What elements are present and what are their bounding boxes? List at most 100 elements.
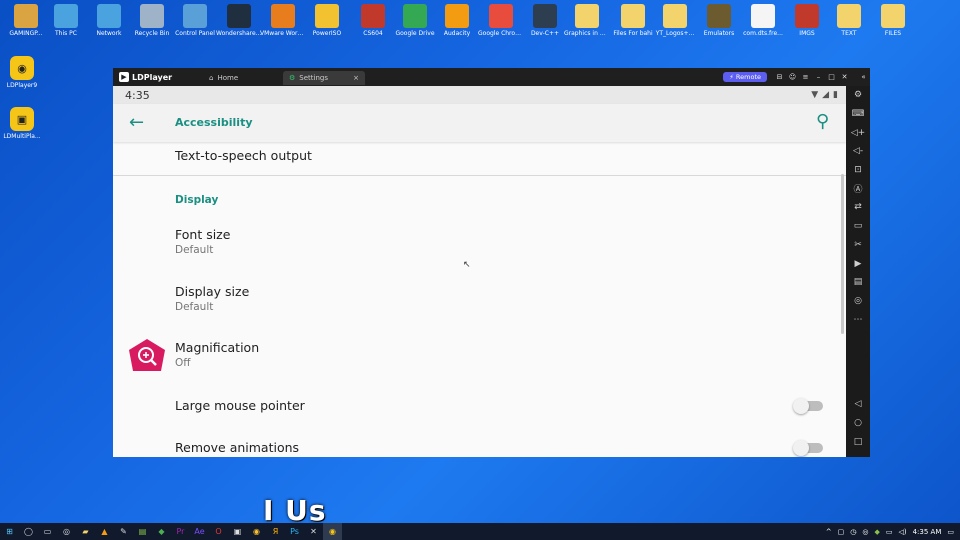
home-circle-icon[interactable]: ○ bbox=[846, 414, 870, 433]
desktop-icon[interactable]: CS604 bbox=[350, 4, 396, 37]
folder-icon bbox=[837, 4, 861, 28]
more-icon[interactable]: ⋯ bbox=[846, 310, 870, 329]
desktop-icon[interactable]: Graphics in Dev C++ bbox=[564, 4, 610, 37]
desktop-icon-ldplayer[interactable]: ◉ LDPlayer9 bbox=[2, 56, 42, 89]
browser-icon[interactable]: ◎ bbox=[57, 523, 76, 540]
search-icon[interactable]: ◯ bbox=[19, 523, 38, 540]
file-explorer-icon[interactable]: ▰ bbox=[76, 523, 95, 540]
back-arrow-icon[interactable]: ← bbox=[129, 112, 144, 133]
desktop-icon[interactable]: Audacity bbox=[434, 4, 480, 37]
app-icon[interactable]: ▤ bbox=[133, 523, 152, 540]
desktop-icon[interactable]: YT_Logos+... bbox=[652, 4, 698, 37]
folder-icon bbox=[795, 4, 819, 28]
sync-icon[interactable]: ⇄ bbox=[846, 198, 870, 217]
video-icon[interactable]: ▶ bbox=[846, 254, 870, 273]
notification-icon[interactable]: ▭ bbox=[947, 528, 954, 536]
ldplayer-taskbar-icon[interactable]: ◉ bbox=[323, 523, 342, 540]
vlc-icon[interactable]: ▲ bbox=[95, 523, 114, 540]
search-icon[interactable]: ⚲ bbox=[816, 111, 829, 132]
desktop-icon[interactable]: Wondershare Filmora 12 bbox=[216, 4, 262, 37]
desktop-icon[interactable]: com.dts.fre... bbox=[740, 4, 786, 37]
mouse-cursor-icon: ↖ bbox=[463, 260, 471, 270]
back-icon[interactable]: ◁ bbox=[846, 395, 870, 414]
keyboard-icon[interactable]: ⌨ bbox=[846, 105, 870, 124]
network-tray-icon[interactable]: ▭ bbox=[886, 528, 893, 536]
shake-icon[interactable]: ◎ bbox=[846, 292, 870, 311]
install-apk-icon[interactable]: Ⓐ bbox=[846, 179, 870, 198]
list-item-magnification[interactable]: Magnification Off bbox=[113, 335, 846, 385]
recents-icon[interactable]: □ bbox=[846, 432, 870, 451]
list-item-tts[interactable]: Text-to-speech output bbox=[113, 142, 846, 176]
desktop-icon[interactable]: Emulators bbox=[696, 4, 742, 37]
desktop-icon[interactable]: Google Chrome bbox=[478, 4, 524, 37]
account-icon[interactable]: ☺ bbox=[786, 73, 799, 81]
remote-button[interactable]: ⚡ Remote bbox=[723, 72, 767, 82]
volume-up-icon[interactable]: ◁+ bbox=[846, 123, 870, 142]
desktop-icon-ldmultiplayer[interactable]: ▣ LDMultiPla... bbox=[2, 107, 42, 140]
scissors-icon[interactable]: ✂ bbox=[846, 236, 870, 255]
fps-icon[interactable]: ▭ bbox=[846, 217, 870, 236]
desktop-icon[interactable]: Dev-C++ bbox=[522, 4, 568, 37]
list-item-large-mouse-pointer[interactable]: Large mouse pointer bbox=[113, 392, 846, 432]
menu-icon[interactable]: ≡ bbox=[799, 73, 812, 81]
gamepad-icon[interactable]: ⊟ bbox=[773, 73, 786, 81]
start-icon[interactable]: ⊞ bbox=[0, 523, 19, 540]
pen-icon[interactable]: ✎ bbox=[114, 523, 133, 540]
taskbar-clock[interactable]: 4:35 AM bbox=[913, 528, 942, 536]
desktop-icon[interactable]: This PC bbox=[43, 4, 89, 37]
android-screen: 4:35 ▼ ◢ ▮ ← Accessibility ⚲ Text-to-spe… bbox=[113, 86, 846, 457]
desktop-icon-label: Graphics in Dev C++ bbox=[564, 30, 610, 37]
desktop-icon[interactable]: VMware Workstati... bbox=[260, 4, 306, 37]
tray-app-icon[interactable]: ▢ bbox=[838, 528, 845, 536]
photoshop-icon[interactable]: Ps bbox=[285, 523, 304, 540]
chrome-icon[interactable]: ◉ bbox=[247, 523, 266, 540]
tray-app-icon[interactable]: ◎ bbox=[862, 528, 868, 536]
folder-icon bbox=[881, 4, 905, 28]
settings-icon: ⚙ bbox=[289, 74, 296, 82]
ldplayer-toolbar: ⚙ ⌨ ◁+ ◁- ⊡ Ⓐ ⇄ ▭ ✂ ▶ ▤ ◎ ⋯ ◁ ○ □ bbox=[846, 86, 870, 457]
premiere-icon[interactable]: Pr bbox=[171, 523, 190, 540]
desktop-icon[interactable]: FILES bbox=[870, 4, 916, 37]
tab-settings[interactable]: ⚙ Settings × bbox=[283, 71, 365, 85]
item-title: Font size bbox=[175, 227, 231, 242]
volume-tray-icon[interactable]: ◁) bbox=[898, 528, 906, 536]
media-icon[interactable]: ▣ bbox=[228, 523, 247, 540]
tab-home[interactable]: ⌂ Home bbox=[203, 71, 283, 85]
close-icon[interactable]: ✕ bbox=[838, 73, 851, 81]
scrollbar[interactable] bbox=[841, 174, 844, 334]
tray-chevron-icon[interactable]: ^ bbox=[826, 528, 832, 536]
app-icon[interactable]: ◆ bbox=[152, 523, 171, 540]
system-tray: ^ ▢ ◷ ◎ ◆ ▭ ◁) 4:35 AM ▭ bbox=[823, 523, 960, 540]
tab-close-icon[interactable]: × bbox=[353, 74, 359, 82]
list-item-display-size[interactable]: Display size Default bbox=[113, 279, 846, 329]
task-view-icon[interactable]: ▭ bbox=[38, 523, 57, 540]
after-effects-icon[interactable]: Ae bbox=[190, 523, 209, 540]
desktop-icon[interactable]: Control Panel bbox=[172, 4, 218, 37]
minimize-icon[interactable]: – bbox=[812, 73, 825, 81]
maximize-icon[interactable]: □ bbox=[825, 73, 838, 81]
tray-app-icon[interactable]: ◆ bbox=[874, 528, 879, 536]
desktop-icon[interactable]: IMGS bbox=[784, 4, 830, 37]
settings-icon[interactable]: ⚙ bbox=[846, 86, 870, 105]
large-pointer-toggle[interactable] bbox=[793, 398, 823, 414]
operation-record-icon[interactable]: ▤ bbox=[846, 273, 870, 292]
capcut-icon[interactable]: ✕ bbox=[304, 523, 323, 540]
screenshot-icon[interactable]: ⊡ bbox=[846, 161, 870, 180]
desktop-icon[interactable]: Files For bahi bbox=[610, 4, 656, 37]
opera-icon[interactable]: O bbox=[209, 523, 228, 540]
volume-down-icon[interactable]: ◁- bbox=[846, 142, 870, 161]
tray-app-icon[interactable]: ◷ bbox=[850, 528, 856, 536]
list-item-font-size[interactable]: Font size Default bbox=[113, 222, 846, 272]
desktop-icon-label: This PC bbox=[55, 30, 77, 37]
desktop-icon[interactable]: Recycle Bin bbox=[129, 4, 175, 37]
desktop-icon[interactable]: TEXT bbox=[826, 4, 872, 37]
list-item-remove-animations[interactable]: Remove animations bbox=[113, 434, 846, 457]
collapse-icon[interactable]: « bbox=[857, 73, 870, 81]
app-icon[interactable]: Я bbox=[266, 523, 285, 540]
item-subtitle: Default bbox=[175, 301, 214, 313]
remove-animations-toggle[interactable] bbox=[793, 440, 823, 456]
desktop-icon[interactable]: Network bbox=[86, 4, 132, 37]
desktop-icon-label: Recycle Bin bbox=[134, 30, 170, 37]
desktop-icon[interactable]: Google Drive bbox=[392, 4, 438, 37]
desktop-icon[interactable]: PowerISO bbox=[304, 4, 350, 37]
